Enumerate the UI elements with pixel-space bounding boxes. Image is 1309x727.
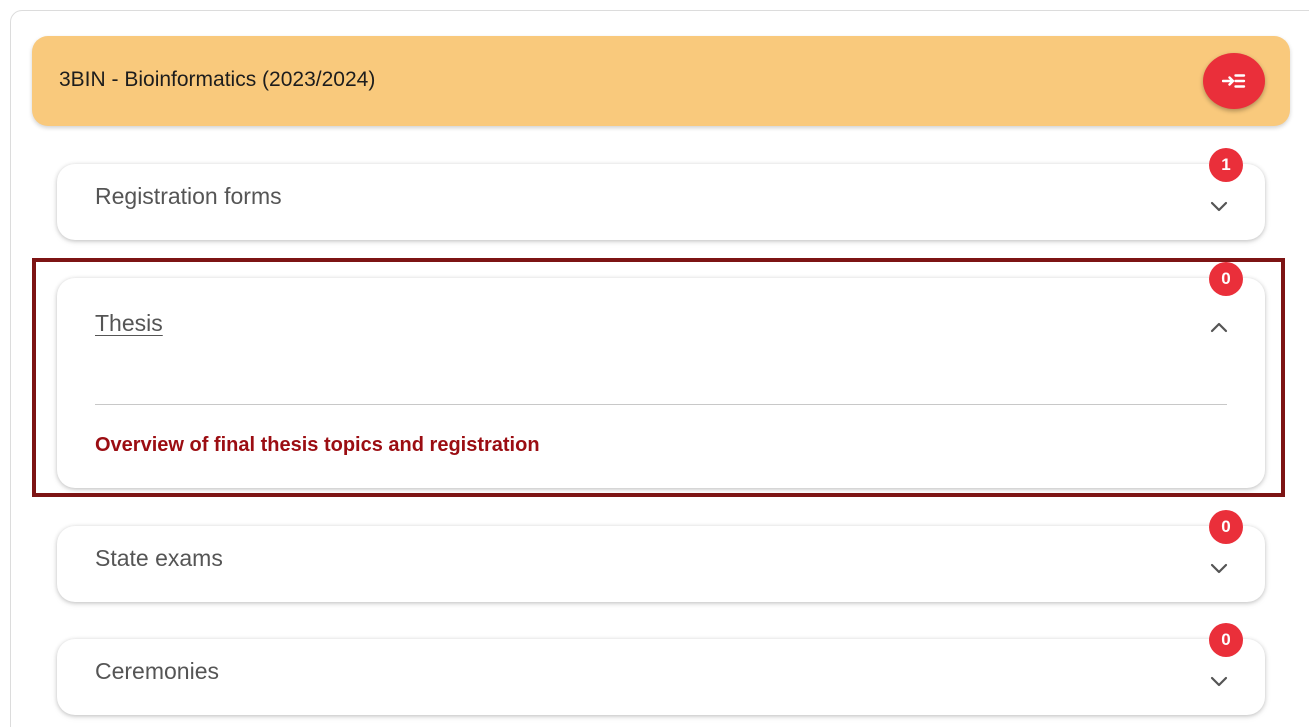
chevron-down-icon	[1210, 201, 1228, 212]
section-header-registration-forms[interactable]: Registration forms	[57, 164, 1265, 240]
notification-badge: 0	[1209, 262, 1243, 296]
section-state-exams: State exams	[57, 526, 1265, 602]
chevron-down-icon	[1210, 563, 1228, 574]
arrow-right-to-list-icon	[1222, 74, 1246, 88]
notification-badge: 1	[1209, 148, 1243, 182]
chevron-up-icon	[1210, 322, 1228, 333]
section-ceremonies: Ceremonies	[57, 639, 1265, 715]
section-title: Registration forms	[95, 183, 282, 209]
section-header-ceremonies[interactable]: Ceremonies	[57, 639, 1265, 715]
section-title: Ceremonies	[95, 658, 219, 684]
section-header-state-exams[interactable]: State exams	[57, 526, 1265, 602]
section-registration-forms: Registration forms	[57, 164, 1265, 240]
section-title: State exams	[95, 545, 223, 571]
section-thesis: Thesis Overview of final thesis topics a…	[57, 278, 1265, 488]
section-header-thesis[interactable]: Thesis	[57, 278, 1265, 354]
notification-badge: 0	[1209, 510, 1243, 544]
programme-header: 3BIN - Bioinformatics (2023/2024)	[32, 36, 1290, 126]
notification-badge: 0	[1209, 623, 1243, 657]
divider	[95, 404, 1227, 405]
programme-title: 3BIN - Bioinformatics (2023/2024)	[59, 68, 376, 91]
chevron-down-icon	[1210, 676, 1228, 687]
page: 3BIN - Bioinformatics (2023/2024) 1 Regi…	[0, 0, 1309, 727]
section-title: Thesis	[95, 310, 163, 336]
thesis-overview-link[interactable]: Overview of final thesis topics and regi…	[95, 434, 540, 457]
collapse-menu-button[interactable]	[1203, 53, 1265, 109]
